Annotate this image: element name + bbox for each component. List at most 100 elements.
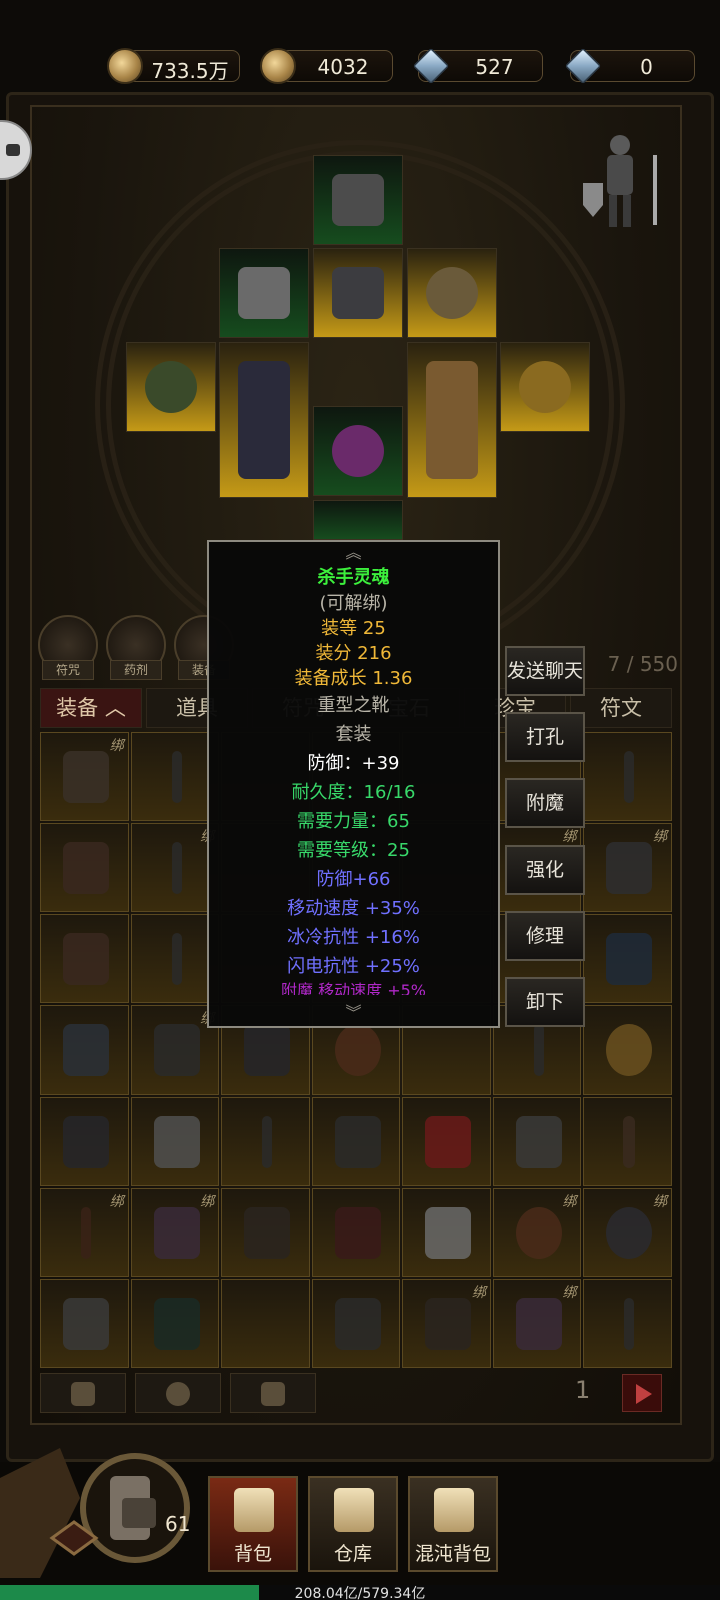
horn-icon [153,1206,200,1259]
inventory-slot[interactable]: 绑 [402,1278,491,1368]
inventory-slot[interactable] [40,1278,129,1368]
bow-icon [63,842,109,895]
inventory-slot[interactable] [40,1005,129,1095]
inventory-slot[interactable] [221,1187,310,1277]
warehouse-button[interactable]: 仓库 [308,1476,398,1572]
item-type: 重型之靴 [317,695,390,716]
gold-currency[interactable]: 733.5万 [107,48,240,84]
bow-icon [334,1115,381,1168]
enchant-button[interactable]: 附魔 [505,778,585,828]
sort-button[interactable] [230,1373,316,1413]
ring-right-slot[interactable] [500,342,590,432]
scroll-up-icon[interactable]: ︽ [209,542,498,564]
boots-slot[interactable] [313,500,403,540]
item-tooltip: ︽ 杀手灵魂 (可解绑) 装等 25 装分 216 装备成长 1.36 重型之靴… [207,540,500,1028]
staff-icon [171,751,182,803]
select-button[interactable] [40,1373,126,1413]
staff-icon [171,842,182,895]
inventory-slot[interactable] [402,1187,491,1277]
inventory-slot[interactable] [221,1278,310,1368]
inventory-slot[interactable] [583,1278,672,1368]
boots-icon [244,1024,291,1077]
armor-slot[interactable] [313,248,403,338]
scroll-down-icon[interactable]: ︾ [209,1002,498,1024]
boots-icon [606,842,653,895]
tab-equipment[interactable]: 装备 ︿ [40,688,142,728]
staff-icon [624,1297,635,1350]
inventory-slot[interactable] [311,1096,401,1186]
bracer-icon [238,267,290,319]
experience-bar: 208.04亿/579.34亿 [0,1585,720,1600]
inventory-slot[interactable]: 绑 [130,823,220,913]
inventory-slot[interactable] [583,1005,672,1095]
character-portrait[interactable] [0,1438,200,1584]
warehouse-icon [334,1488,374,1532]
strengthen-button[interactable]: 强化 [505,845,585,895]
inventory-slot[interactable] [130,914,220,1004]
inventory-slot[interactable]: 绑 [130,1005,220,1095]
tab-runes[interactable]: 符文 [570,688,672,728]
necklace-slot[interactable] [407,248,497,338]
item-score: 装分 216 [315,643,392,664]
bow-icon [63,933,109,986]
inventory-slot[interactable] [130,732,220,822]
silver-currency[interactable]: 4032 [260,48,393,84]
shield-slot[interactable] [407,342,497,498]
belt-slot[interactable] [313,406,403,496]
ring-icon [519,361,571,413]
inventory-slot[interactable] [583,914,672,1004]
bound-marker: 绑 [562,1193,577,1210]
dagger-icon [623,1115,636,1168]
inventory-slot[interactable] [40,914,129,1004]
inventory-slot[interactable]: 绑 [492,1187,582,1277]
inventory-slot[interactable] [311,1278,401,1368]
inventory-slot[interactable] [40,1096,129,1186]
helmet-slot[interactable] [313,155,403,245]
inventory-slot[interactable] [40,823,129,913]
crystal-currency[interactable]: 527 [412,47,543,85]
inventory-slot[interactable] [492,1096,582,1186]
warehouse-label: 仓库 [333,1543,372,1565]
diamond-currency[interactable]: 0 [564,47,695,85]
blue-crystal-icon [412,47,450,85]
diamond-icon [564,47,602,85]
weapon-slot[interactable] [219,342,309,498]
inventory-slot[interactable]: 绑 [583,823,672,913]
inventory-slot[interactable] [130,1096,220,1186]
sell-button[interactable] [135,1373,221,1413]
inventory-slot[interactable]: 绑 [583,1187,672,1277]
inventory-slot[interactable] [583,732,672,822]
next-page-button[interactable] [622,1374,662,1412]
inventory-slot[interactable]: 绑 [40,732,129,822]
inventory-slot[interactable] [402,1096,491,1186]
inventory-slot[interactable]: 绑 [492,1278,582,1368]
inventory-slot[interactable] [221,1096,310,1186]
bracer-slot[interactable] [219,248,309,338]
staff-icon [171,933,182,986]
axe-icon [153,1024,200,1077]
charm-label: 符咒 [42,660,94,680]
shield-icon [426,361,478,479]
inventory-slot[interactable] [130,1278,220,1368]
send-chat-button[interactable]: 发送聊天 [505,646,585,696]
chaos-backpack-button[interactable]: 混沌背包 [408,1476,498,1572]
inventory-slot[interactable]: 绑 [40,1187,129,1277]
bound-marker: 绑 [109,738,124,754]
ring-left-slot[interactable] [126,342,216,432]
stat-durability: 耐久度：16/16 [291,782,416,803]
armor-icon [153,1297,200,1350]
item-name: 杀手灵魂 [317,567,390,588]
stat-defense: 防御：+39 [307,753,400,774]
sort-icon [261,1382,285,1406]
punch-hole-button[interactable]: 打孔 [505,712,585,762]
req-level: 需要等级：25 [297,840,410,861]
inventory-slot[interactable] [583,1096,672,1186]
backpack-button[interactable]: 背包 [208,1476,298,1572]
unequip-button[interactable]: 卸下 [505,977,585,1027]
inventory-slot[interactable]: 绑 [130,1187,220,1277]
enchant-stat: 附魔 移动速度 +5% [281,981,426,995]
bound-marker: 绑 [652,1193,667,1210]
inventory-slot[interactable] [311,1187,401,1277]
repair-button[interactable]: 修理 [505,911,585,961]
crossbow-icon [425,1297,472,1350]
